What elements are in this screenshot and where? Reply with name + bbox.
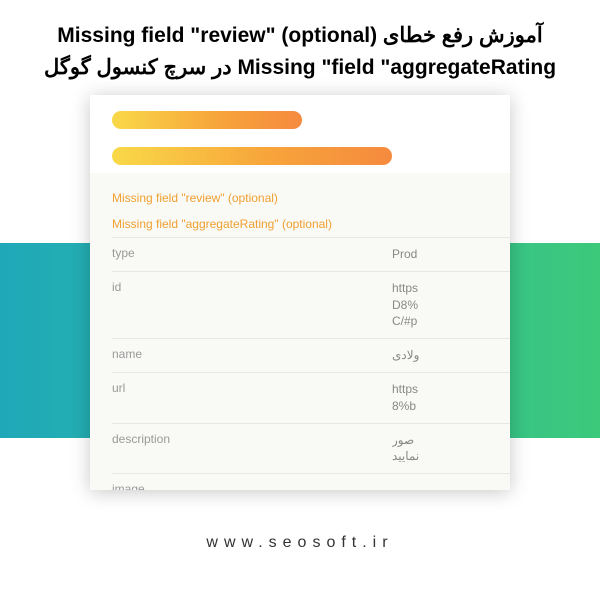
console-panel: Missing field "review" (optional) Missin… — [90, 95, 510, 490]
warning-review: Missing field "review" (optional) — [112, 185, 510, 211]
field-key: description — [112, 432, 392, 466]
table-row: type Prod — [112, 237, 510, 271]
table-row: name ولادی — [112, 338, 510, 372]
field-value: صور نمایید — [392, 432, 419, 466]
field-value: https 8%b — [392, 381, 418, 415]
table-row: url https 8%b — [112, 372, 510, 423]
field-key: url — [112, 381, 392, 415]
table-row: image — [112, 473, 510, 490]
page-title: آموزش رفع خطای Missing field "review" (o… — [20, 20, 580, 83]
table-row: id https D8% C/#p — [112, 271, 510, 338]
footer-url: www.seosoft.ir — [0, 534, 600, 552]
field-value: Prod — [392, 246, 417, 263]
field-value: https D8% C/#p — [392, 280, 418, 330]
field-key: type — [112, 246, 392, 263]
progress-bar-2 — [112, 147, 392, 165]
field-key: image — [112, 482, 392, 490]
warning-aggregaterating: Missing field "aggregateRating" (optiona… — [112, 211, 510, 237]
table-row: description صور نمایید — [112, 423, 510, 474]
field-key: name — [112, 347, 392, 364]
field-value: ولادی — [392, 347, 419, 364]
progress-bar-1 — [112, 111, 302, 129]
field-key: id — [112, 280, 392, 330]
detail-area: Missing field "review" (optional) Missin… — [90, 173, 510, 490]
